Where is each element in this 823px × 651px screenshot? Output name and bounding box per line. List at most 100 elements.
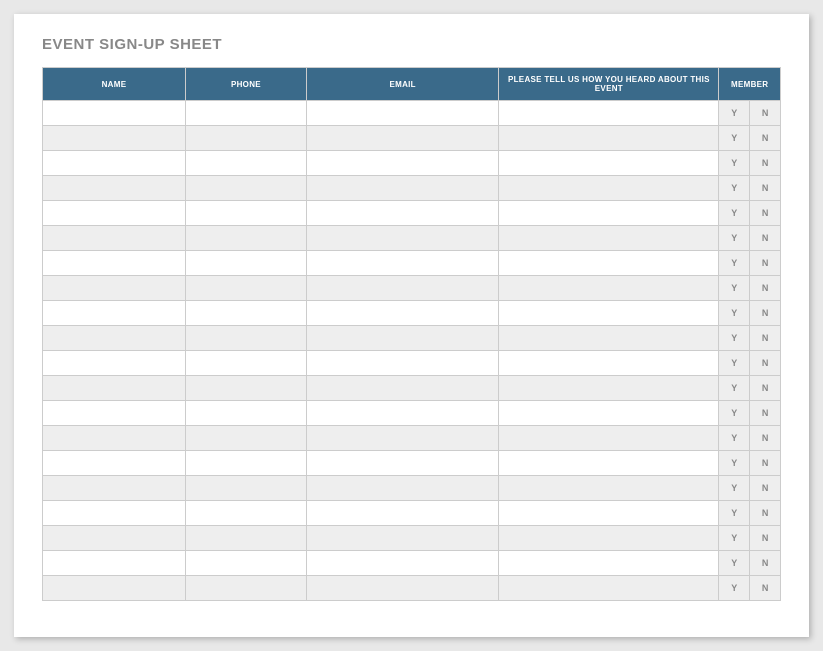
cell-member-n[interactable]: N xyxy=(750,326,781,351)
cell-heard[interactable] xyxy=(499,101,719,126)
cell-phone[interactable] xyxy=(185,451,306,476)
cell-heard[interactable] xyxy=(499,251,719,276)
cell-member-n[interactable]: N xyxy=(750,426,781,451)
cell-phone[interactable] xyxy=(185,276,306,301)
cell-member-n[interactable]: N xyxy=(750,576,781,601)
cell-member-n[interactable]: N xyxy=(750,176,781,201)
cell-email[interactable] xyxy=(306,451,498,476)
cell-member-n[interactable]: N xyxy=(750,151,781,176)
cell-member-y[interactable]: Y xyxy=(719,176,750,201)
cell-phone[interactable] xyxy=(185,176,306,201)
cell-member-n[interactable]: N xyxy=(750,226,781,251)
cell-name[interactable] xyxy=(43,126,186,151)
cell-member-n[interactable]: N xyxy=(750,376,781,401)
cell-phone[interactable] xyxy=(185,226,306,251)
cell-member-n[interactable]: N xyxy=(750,551,781,576)
cell-name[interactable] xyxy=(43,576,186,601)
cell-member-y[interactable]: Y xyxy=(719,551,750,576)
cell-email[interactable] xyxy=(306,301,498,326)
cell-heard[interactable] xyxy=(499,226,719,251)
cell-name[interactable] xyxy=(43,101,186,126)
cell-email[interactable] xyxy=(306,551,498,576)
cell-name[interactable] xyxy=(43,476,186,501)
cell-name[interactable] xyxy=(43,151,186,176)
cell-name[interactable] xyxy=(43,401,186,426)
cell-name[interactable] xyxy=(43,326,186,351)
cell-member-y[interactable]: Y xyxy=(719,451,750,476)
cell-name[interactable] xyxy=(43,251,186,276)
cell-email[interactable] xyxy=(306,326,498,351)
cell-member-n[interactable]: N xyxy=(750,476,781,501)
cell-name[interactable] xyxy=(43,276,186,301)
cell-member-y[interactable]: Y xyxy=(719,301,750,326)
cell-phone[interactable] xyxy=(185,326,306,351)
cell-name[interactable] xyxy=(43,201,186,226)
cell-member-n[interactable]: N xyxy=(750,126,781,151)
cell-email[interactable] xyxy=(306,276,498,301)
cell-email[interactable] xyxy=(306,501,498,526)
cell-heard[interactable] xyxy=(499,351,719,376)
cell-phone[interactable] xyxy=(185,126,306,151)
cell-email[interactable] xyxy=(306,201,498,226)
cell-member-y[interactable]: Y xyxy=(719,476,750,501)
cell-email[interactable] xyxy=(306,426,498,451)
cell-phone[interactable] xyxy=(185,101,306,126)
cell-member-n[interactable]: N xyxy=(750,101,781,126)
cell-name[interactable] xyxy=(43,226,186,251)
cell-email[interactable] xyxy=(306,401,498,426)
cell-member-y[interactable]: Y xyxy=(719,151,750,176)
cell-member-y[interactable]: Y xyxy=(719,426,750,451)
cell-member-y[interactable]: Y xyxy=(719,251,750,276)
cell-email[interactable] xyxy=(306,376,498,401)
cell-name[interactable] xyxy=(43,551,186,576)
cell-heard[interactable] xyxy=(499,126,719,151)
cell-email[interactable] xyxy=(306,151,498,176)
cell-email[interactable] xyxy=(306,576,498,601)
cell-heard[interactable] xyxy=(499,501,719,526)
cell-phone[interactable] xyxy=(185,526,306,551)
cell-member-n[interactable]: N xyxy=(750,526,781,551)
cell-phone[interactable] xyxy=(185,576,306,601)
cell-email[interactable] xyxy=(306,226,498,251)
cell-heard[interactable] xyxy=(499,176,719,201)
cell-member-n[interactable]: N xyxy=(750,501,781,526)
cell-heard[interactable] xyxy=(499,401,719,426)
cell-heard[interactable] xyxy=(499,276,719,301)
cell-member-y[interactable]: Y xyxy=(719,101,750,126)
cell-member-n[interactable]: N xyxy=(750,401,781,426)
cell-member-n[interactable]: N xyxy=(750,251,781,276)
cell-phone[interactable] xyxy=(185,376,306,401)
cell-member-y[interactable]: Y xyxy=(719,526,750,551)
cell-member-n[interactable]: N xyxy=(750,351,781,376)
cell-name[interactable] xyxy=(43,501,186,526)
cell-heard[interactable] xyxy=(499,526,719,551)
cell-email[interactable] xyxy=(306,126,498,151)
cell-member-y[interactable]: Y xyxy=(719,326,750,351)
cell-email[interactable] xyxy=(306,251,498,276)
cell-email[interactable] xyxy=(306,176,498,201)
cell-heard[interactable] xyxy=(499,551,719,576)
cell-email[interactable] xyxy=(306,476,498,501)
cell-phone[interactable] xyxy=(185,501,306,526)
cell-phone[interactable] xyxy=(185,201,306,226)
cell-phone[interactable] xyxy=(185,476,306,501)
cell-member-n[interactable]: N xyxy=(750,201,781,226)
cell-phone[interactable] xyxy=(185,301,306,326)
cell-member-y[interactable]: Y xyxy=(719,376,750,401)
cell-heard[interactable] xyxy=(499,301,719,326)
cell-heard[interactable] xyxy=(499,426,719,451)
cell-phone[interactable] xyxy=(185,351,306,376)
cell-email[interactable] xyxy=(306,351,498,376)
cell-heard[interactable] xyxy=(499,451,719,476)
cell-heard[interactable] xyxy=(499,326,719,351)
cell-phone[interactable] xyxy=(185,151,306,176)
cell-member-y[interactable]: Y xyxy=(719,276,750,301)
cell-email[interactable] xyxy=(306,101,498,126)
cell-member-y[interactable]: Y xyxy=(719,576,750,601)
cell-member-y[interactable]: Y xyxy=(719,126,750,151)
cell-member-n[interactable]: N xyxy=(750,451,781,476)
cell-name[interactable] xyxy=(43,426,186,451)
cell-member-y[interactable]: Y xyxy=(719,201,750,226)
cell-member-y[interactable]: Y xyxy=(719,351,750,376)
cell-member-n[interactable]: N xyxy=(750,276,781,301)
